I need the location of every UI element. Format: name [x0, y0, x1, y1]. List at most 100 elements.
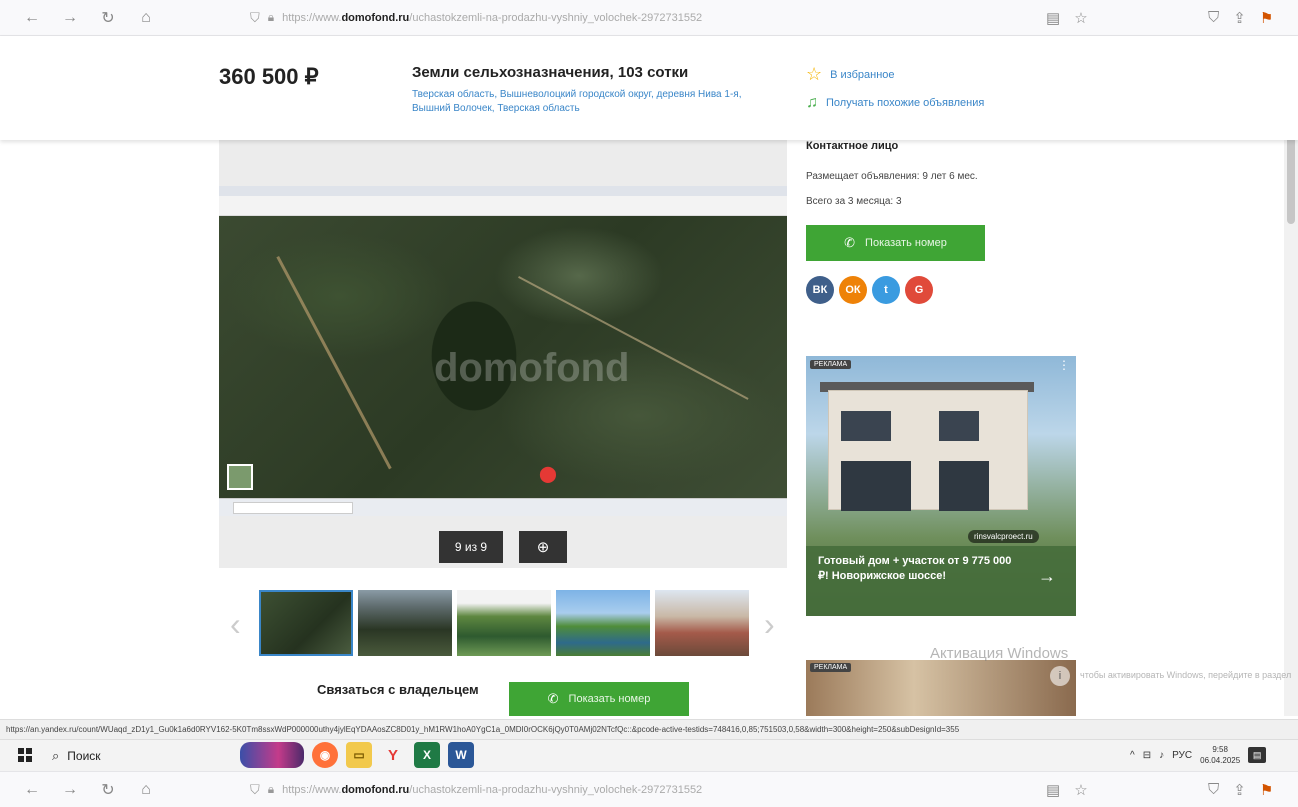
- vk-icon[interactable]: ВК: [806, 276, 834, 304]
- chevron-left-icon[interactable]: ‹: [230, 606, 241, 643]
- forward-icon[interactable]: →: [56, 776, 84, 804]
- system-tray: ^ ⊟ ♪ РУС 9:58 06.04.2025 ▤: [1130, 744, 1267, 766]
- bookmark-star-icon[interactable]: ☆: [1074, 781, 1087, 799]
- gallery-main-image[interactable]: domofond ⬤: [219, 186, 787, 516]
- more-options-icon[interactable]: ⋮: [1058, 358, 1070, 372]
- reader-view-icon[interactable]: ▤: [1046, 781, 1060, 799]
- social-share: ВК ОК t G: [806, 276, 933, 304]
- ad-site: rinsvalcproect.ru: [968, 530, 1039, 543]
- listing-title: Земли сельхозназначения, 103 сотки: [412, 64, 689, 81]
- photo-gallery: domofond ⬤ 9 из 9 ⊕: [219, 140, 787, 568]
- url-prefix: https://www.: [282, 783, 342, 796]
- thumbnail[interactable]: [655, 590, 749, 656]
- url-prefix: https://www.: [282, 11, 342, 24]
- add-to-favorites[interactable]: ☆ В избранное: [806, 64, 895, 85]
- network-icon[interactable]: ⊟: [1143, 750, 1151, 761]
- show-phone-button[interactable]: ✆ Показать номер: [806, 225, 985, 261]
- chevron-up-icon[interactable]: ^: [1130, 750, 1135, 761]
- pocket-icon[interactable]: ⛉: [1208, 781, 1219, 799]
- show-phone-label: Показать номер: [865, 237, 947, 249]
- pocket-icon[interactable]: ⛉: [1208, 9, 1219, 27]
- forward-icon[interactable]: →: [56, 4, 84, 32]
- reload-icon[interactable]: ↻: [94, 4, 122, 32]
- taskbar-search[interactable]: ⌕ Поиск: [52, 742, 232, 770]
- shield-icon: ⛉: [250, 9, 260, 25]
- odnoklassniki-icon[interactable]: ОК: [839, 276, 867, 304]
- home-icon[interactable]: ⌂: [132, 776, 160, 804]
- search-plus-icon: ⊕: [536, 539, 550, 556]
- posting-since: Размещает объявления: 9 лет 6 мес.: [806, 171, 978, 182]
- total-listings-3m: Всего за 3 месяца: 3: [806, 196, 902, 207]
- screenshot-search: [233, 502, 353, 514]
- bookmark-star-icon[interactable]: ☆: [1074, 9, 1087, 27]
- thumbnail[interactable]: [457, 590, 551, 656]
- share-icon[interactable]: ⇪: [1233, 781, 1246, 799]
- thumbnail[interactable]: [358, 590, 452, 656]
- thumbnail[interactable]: [556, 590, 650, 656]
- search-icon: ⌕: [52, 748, 60, 763]
- map-layer-icon: [227, 464, 253, 490]
- windows-start-icon[interactable]: [18, 748, 32, 762]
- listing-address[interactable]: Тверская область, Вышневолоцкий городско…: [412, 88, 772, 116]
- clock-date: 06.04.2025: [1200, 756, 1241, 765]
- arrow-right-icon[interactable]: →: [1038, 566, 1056, 587]
- show-phone-label: Показать номер: [568, 693, 651, 705]
- taskbar-search-placeholder: Поиск: [67, 749, 101, 763]
- reload-icon[interactable]: ↻: [94, 776, 122, 804]
- phone-icon: ✆: [844, 235, 856, 250]
- photo-counter: 9 из 9: [439, 531, 503, 563]
- gallery-watermark: domofond: [434, 346, 630, 390]
- house-image: [828, 390, 1028, 511]
- back-icon[interactable]: ←: [18, 776, 46, 804]
- excel-icon[interactable]: X: [414, 742, 440, 768]
- ad-text: Готовый дом + участок от 9 775 000 ₽! Но…: [818, 555, 1012, 582]
- url-domain: domofond.ru: [341, 783, 410, 796]
- listing-sticky-header: 360 500 ₽ Земли сельхозназначения, 103 с…: [0, 36, 1298, 140]
- file-explorer-icon[interactable]: ▭: [346, 742, 372, 768]
- reader-view-icon[interactable]: ▤: [1046, 9, 1060, 27]
- browser-toolbar-top: ← → ↻ ⌂ ⛉ 🔒︎ https://www. domofond.ru/uch…: [0, 0, 1298, 36]
- google-plus-icon[interactable]: G: [905, 276, 933, 304]
- url-path: /uchastokzemli-na-prodazhu-vyshniy_voloc…: [409, 783, 703, 796]
- contact-owner-section: Связаться с владельцем: [317, 682, 479, 697]
- home-icon[interactable]: ⌂: [132, 4, 160, 32]
- browser-toolbar-bottom: ← → ↻ ⌂ ⛉ 🔒︎ https://www. domofond.ru/uch…: [0, 771, 1298, 807]
- twitter-icon[interactable]: t: [872, 276, 900, 304]
- star-icon: ☆: [806, 64, 823, 84]
- windows-activation-sub: чтобы активировать Windows, перейдите в …: [1080, 670, 1292, 680]
- show-phone-button-bottom[interactable]: ✆ Показать номер: [509, 682, 689, 716]
- ad-badge: РЕКЛАМА: [810, 663, 852, 672]
- ad-badge: РЕКЛАМА: [810, 360, 852, 369]
- language-indicator[interactable]: РУС: [1172, 750, 1192, 761]
- url-path: /uchastokzemli-na-prodazhu-vyshniy_voloc…: [409, 11, 703, 24]
- yandex-browser-icon[interactable]: Y: [380, 742, 406, 768]
- firefox-icon[interactable]: ◉: [312, 742, 338, 768]
- thumbnail-strip: ‹ ›: [230, 590, 790, 658]
- subscribe-similar[interactable]: ♫ Получать похожие объявления: [806, 94, 984, 112]
- extension-icon[interactable]: ⚑: [1260, 9, 1273, 27]
- taskbar-widget[interactable]: [240, 742, 304, 768]
- word-icon[interactable]: W: [448, 742, 474, 768]
- lock-icon: 🔒︎: [267, 782, 275, 796]
- volume-icon[interactable]: ♪: [1159, 750, 1164, 761]
- chevron-right-icon[interactable]: ›: [764, 606, 775, 643]
- advertisement-banner-2[interactable]: РЕКЛАМА i: [806, 660, 1076, 716]
- notifications-icon[interactable]: ▤: [1248, 747, 1267, 763]
- listing-price: 360 500 ₽: [219, 64, 319, 89]
- bell-icon: ♫: [806, 94, 818, 111]
- share-icon[interactable]: ⇪: [1233, 9, 1246, 27]
- clock[interactable]: 9:58 06.04.2025: [1200, 744, 1240, 766]
- back-icon[interactable]: ←: [18, 4, 46, 32]
- zoom-button[interactable]: ⊕: [519, 531, 567, 563]
- advertisement-banner[interactable]: РЕКЛАМА ⋮ rinsvalcproect.ru Готовый дом …: [806, 356, 1076, 616]
- url-bar[interactable]: ⛉ 🔒︎ https://www. domofond.ru/uchastokzem…: [250, 777, 1110, 803]
- road-line: [276, 256, 392, 470]
- thumbnail[interactable]: [259, 590, 353, 656]
- windows-taskbar: ⌕ Поиск ◉ ▭ Y X W ^ ⊟ ♪ РУС 9:58 06.04.2…: [0, 739, 1298, 771]
- url-domain: domofond.ru: [341, 11, 410, 24]
- url-bar[interactable]: ⛉ 🔒︎ https://www. domofond.ru/uchastokzem…: [250, 5, 1110, 31]
- info-icon[interactable]: i: [1050, 666, 1070, 686]
- windows-activation-watermark: Активация Windows: [930, 645, 1069, 662]
- extension-icon[interactable]: ⚑: [1260, 781, 1273, 799]
- screenshot-addressbar: [219, 196, 787, 216]
